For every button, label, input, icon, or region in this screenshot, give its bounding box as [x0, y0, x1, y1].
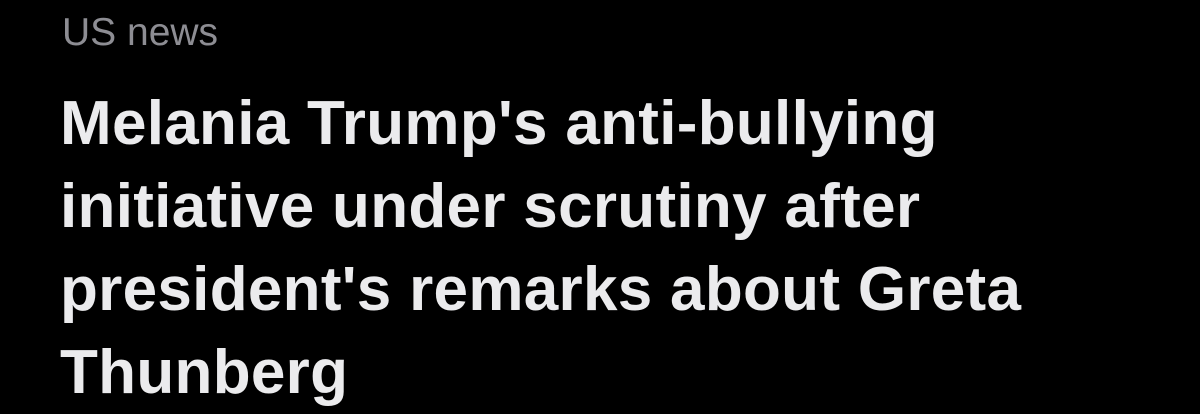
headline[interactable]: Melania Trump's anti-bullying initiative… — [60, 82, 1170, 414]
headline-line: Melania Trump's anti-bullying — [60, 89, 938, 158]
article-card[interactable]: US news Melania Trump's anti-bullying in… — [0, 0, 1200, 407]
headline-line: initiative under scrutiny after — [60, 172, 921, 241]
headline-line: Thunberg — [60, 338, 349, 407]
headline-line: president's remarks about Greta — [60, 255, 1022, 324]
section-label[interactable]: US news — [62, 10, 218, 56]
